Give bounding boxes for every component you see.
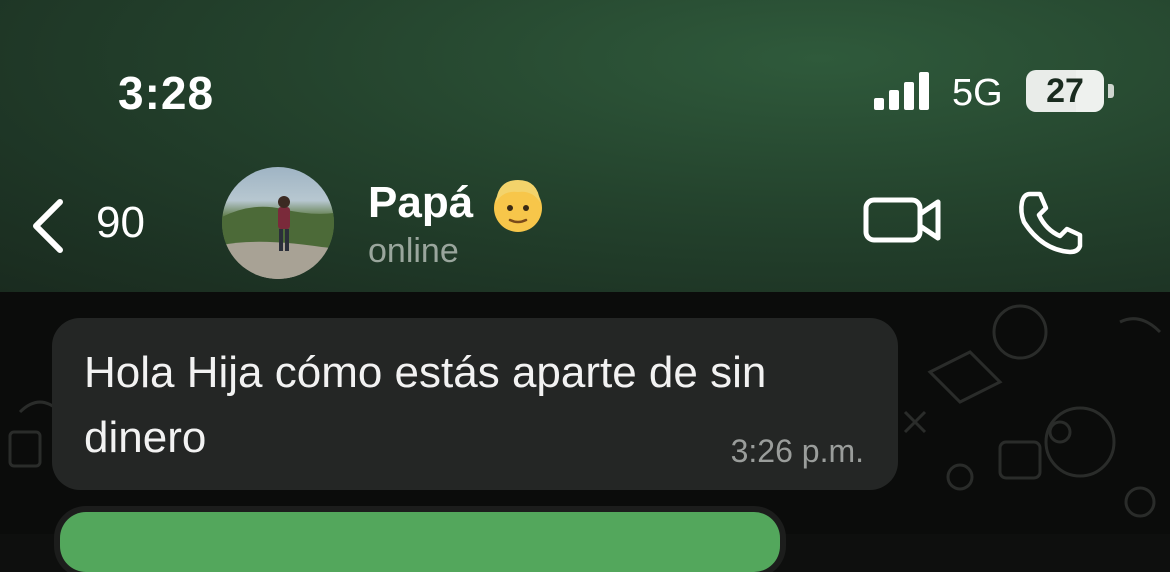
avatar-photo bbox=[222, 196, 334, 279]
back-chevron-icon[interactable] bbox=[26, 196, 72, 256]
contact-status: online bbox=[368, 232, 459, 270]
avatar[interactable] bbox=[222, 167, 334, 279]
man-blond-emoji-icon bbox=[494, 180, 542, 232]
battery-icon: 27 bbox=[1026, 70, 1104, 112]
chat-header: 3:28 5G 27 90 Papá online bbox=[0, 0, 1170, 292]
message-timestamp: 3:26 p.m. bbox=[730, 433, 864, 469]
message-bubble-incoming[interactable]: Hola Hija cómo estás aparte de sin diner… bbox=[52, 318, 898, 490]
network-label: 5G bbox=[952, 72, 1003, 114]
signal-icon bbox=[874, 72, 936, 110]
status-time: 3:28 bbox=[118, 67, 215, 119]
back-unread-count[interactable]: 90 bbox=[96, 198, 145, 248]
phone-icon[interactable] bbox=[1016, 188, 1086, 256]
battery-tip bbox=[1108, 84, 1114, 98]
video-camera-icon[interactable] bbox=[862, 190, 944, 250]
battery-level: 27 bbox=[1046, 72, 1084, 110]
message-bubble-outgoing[interactable] bbox=[60, 512, 780, 572]
contact-name[interactable]: Papá bbox=[368, 178, 473, 228]
